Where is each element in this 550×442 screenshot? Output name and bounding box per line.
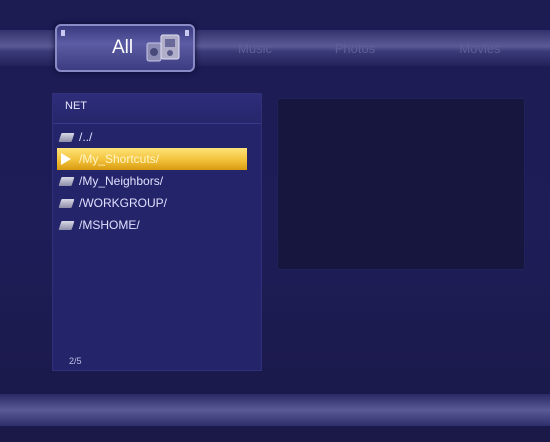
tab-photos[interactable]: Photos xyxy=(315,34,395,64)
corner-marker xyxy=(61,30,65,36)
list-item-my-shortcuts[interactable]: /My_Shortcuts/ xyxy=(57,148,247,170)
bottom-band xyxy=(0,394,550,426)
list-item-my-neighbors[interactable]: /My_Neighbors/ xyxy=(57,170,253,192)
page-indicator: 2/5 xyxy=(69,356,82,366)
selection-pointer-icon xyxy=(61,153,71,165)
corner-marker xyxy=(185,30,189,36)
file-browser-panel: NET /../ /My_Shortcuts/ /My_Neighbors/ /… xyxy=(52,93,262,371)
list-item-label: /My_Shortcuts/ xyxy=(79,152,160,166)
list-item-label: /My_Neighbors/ xyxy=(79,174,164,188)
list-item-parent[interactable]: /../ xyxy=(57,126,253,148)
tab-movies[interactable]: Movies xyxy=(440,34,520,64)
folder-icon xyxy=(58,221,75,230)
media-player-screen: All Music Photos Movies NET /../ /My_Sho… xyxy=(0,0,550,442)
tab-all[interactable]: All xyxy=(55,24,195,72)
list-item-workgroup[interactable]: /WORKGROUP/ xyxy=(57,192,253,214)
tab-music[interactable]: Music xyxy=(220,34,290,64)
media-collection-icon xyxy=(146,34,180,62)
preview-pane xyxy=(277,98,525,270)
list-item-mshome[interactable]: /MSHOME/ xyxy=(57,214,253,236)
list-item-label: /WORKGROUP/ xyxy=(79,196,168,210)
file-list: /../ /My_Shortcuts/ /My_Neighbors/ /WORK… xyxy=(57,126,253,236)
list-item-label: /../ xyxy=(79,130,93,144)
panel-title: NET xyxy=(53,94,261,124)
tab-all-label: All xyxy=(112,37,134,58)
folder-icon xyxy=(58,133,75,142)
folder-icon xyxy=(58,199,75,208)
list-item-label: /MSHOME/ xyxy=(79,218,140,232)
folder-icon xyxy=(58,177,75,186)
